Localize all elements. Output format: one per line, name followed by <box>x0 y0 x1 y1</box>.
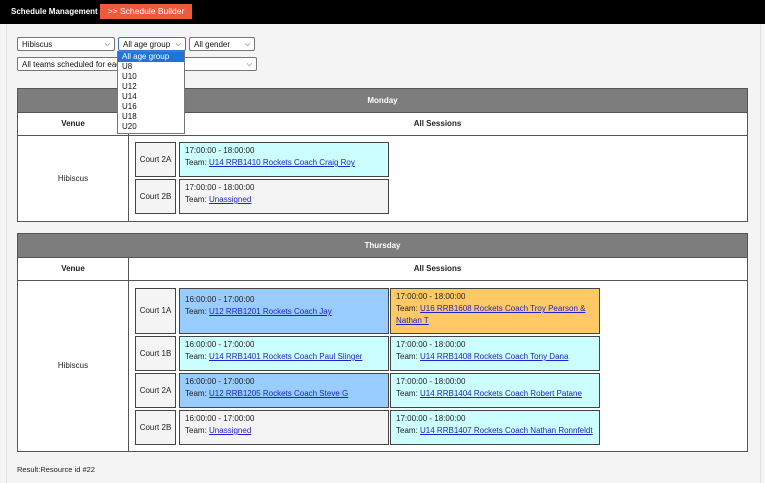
session-time: 16:00:00 - 17:00:00 <box>185 414 255 423</box>
day-header: Thursday <box>18 234 747 258</box>
sessions-column-header: All Sessions <box>413 264 462 273</box>
session-time: 16:00:00 - 17:00:00 <box>185 377 255 386</box>
age-group-option[interactable]: U10 <box>118 72 184 82</box>
venue-column-header: Venue <box>18 113 129 135</box>
team-link[interactable]: U14 RRB1401 Rockets Coach Paul Slinger <box>209 352 362 361</box>
team-label: Team: <box>396 389 418 398</box>
session-time: 17:00:00 - 18:00:00 <box>396 292 466 301</box>
session-slot[interactable]: 16:00:00 - 17:00:00 Team: U12 RRB1201 Roc… <box>179 288 389 334</box>
team-link[interactable]: U12 RRB1205 Rockets Coach Steve G <box>209 389 348 398</box>
team-line: Team: U14 RRB1401 Rockets Coach Paul Sli… <box>185 351 383 363</box>
age-group-option[interactable]: U8 <box>118 62 184 72</box>
venue-name: Hibiscus <box>57 361 89 370</box>
team-link[interactable]: U14 RRB1404 Rockets Coach Robert Patane <box>420 389 582 398</box>
venue-name: Hibiscus <box>57 174 89 183</box>
gender-select-value: All gender <box>194 40 231 49</box>
age-group-option[interactable]: All age group <box>118 52 184 62</box>
session-slot[interactable]: 17:00:00 - 18:00:00 Team: U16 RRB1608 Roc… <box>390 288 600 334</box>
age-group-select-value: All age group <box>123 40 171 49</box>
team-line: Team: Unassigned <box>185 194 383 206</box>
venue-select-value: Hibiscus <box>22 40 53 49</box>
session-slot[interactable]: 17:00:00 - 18:00:00 Team: U14 RRB1404 Roc… <box>390 373 600 408</box>
session-time: 16:00:00 - 17:00:00 <box>185 295 255 304</box>
venue-column-header: Venue <box>18 258 129 280</box>
team-line: Team: U16 RRB1608 Rockets Coach Troy Pea… <box>396 303 594 327</box>
day-table-thursday: Thursday Venue All Sessions Hibiscus Cou… <box>17 233 748 452</box>
team-label: Team: <box>185 389 207 398</box>
team-line: Team: U14 RRB1407 Rockets Coach Nathan R… <box>396 425 594 437</box>
session-slot[interactable]: 16:00:00 - 17:00:00 Team: U14 RRB1401 Roc… <box>179 336 389 371</box>
app-title: Schedule Management <box>11 7 98 16</box>
session-time: 17:00:00 - 18:00:00 <box>185 183 255 192</box>
venue-row: Hibiscus Court 2A 17:00:00 - 18:00:00 Tea… <box>18 136 747 222</box>
result-text: Result:Resource id #22 <box>17 465 95 474</box>
team-line: Team: Unassigned <box>185 425 383 437</box>
age-group-option[interactable]: U12 <box>118 82 184 92</box>
court-label: Court 2A <box>135 373 176 408</box>
team-label: Team: <box>185 195 207 204</box>
session-time: 17:00:00 - 18:00:00 <box>185 146 255 155</box>
chevron-down-icon: ⌵ <box>244 41 250 48</box>
court-label: Court 2A <box>135 142 176 177</box>
team-line: Team: U14 RRB1410 Rockets Coach Craig Ro… <box>185 157 383 169</box>
session-time: 16:00:00 - 17:00:00 <box>185 340 255 349</box>
team-link[interactable]: U16 RRB1608 Rockets Coach Troy Pearson &… <box>396 304 585 325</box>
age-group-option[interactable]: U14 <box>118 92 184 102</box>
session-slot[interactable]: 17:00:00 - 18:00:00 Team: U14 RRB1407 Roc… <box>390 410 600 445</box>
court-label: Court 2B <box>135 179 176 214</box>
team-label: Team: <box>396 426 418 435</box>
team-line: Team: U14 RRB1404 Rockets Coach Robert P… <box>396 388 594 400</box>
court-label: Court 2B <box>135 410 176 445</box>
team-label: Team: <box>185 352 207 361</box>
session-time: 17:00:00 - 18:00:00 <box>396 377 466 386</box>
chevron-down-icon: ⌵ <box>175 41 181 48</box>
session-time: 17:00:00 - 18:00:00 <box>396 340 466 349</box>
venue-cell: Hibiscus <box>18 281 129 452</box>
team-line: Team: U12 RRB1201 Rockets Coach Jay <box>185 306 383 318</box>
age-group-option[interactable]: U18 <box>118 112 184 122</box>
team-line: Team: U14 RRB1408 Rockets Coach Tony Dan… <box>396 351 594 363</box>
session-time: 17:00:00 - 18:00:00 <box>396 414 466 423</box>
team-link[interactable]: U14 RRB1410 Rockets Coach Craig Roy <box>209 158 355 167</box>
top-bar: Schedule Management >> Schedule Builder <box>0 0 765 24</box>
age-group-dropdown-list[interactable]: All age group U8 U10 U12 U14 U16 U18 U20 <box>117 51 185 134</box>
team-label: Team: <box>396 352 418 361</box>
venue-cell: Hibiscus <box>18 136 129 222</box>
gender-select[interactable]: All gender ⌵ <box>189 37 255 51</box>
court-label: Court 1B <box>135 336 176 371</box>
session-slot[interactable]: 17:00:00 - 18:00:00 Team: U14 RRB1408 Roc… <box>390 336 600 371</box>
venue-row: Hibiscus Court 1A 16:00:00 - 17:00:00 Tea… <box>18 281 747 452</box>
team-label: Team: <box>185 426 207 435</box>
age-group-option[interactable]: U20 <box>118 122 184 132</box>
team-link[interactable]: Unassigned <box>209 195 251 204</box>
court-label: Court 1A <box>135 288 176 334</box>
team-link[interactable]: Unassigned <box>209 426 251 435</box>
team-link[interactable]: U14 RRB1407 Rockets Coach Nathan Ronnfel… <box>420 426 593 435</box>
venue-select[interactable]: Hibiscus ⌵ <box>17 37 115 51</box>
schedule-builder-button[interactable]: >> Schedule Builder <box>100 4 192 19</box>
session-slot[interactable]: 16:00:00 - 17:00:00 Team: Unassigned <box>179 410 389 445</box>
sessions-column-header: All Sessions <box>413 119 462 128</box>
column-header-row: Venue All Sessions <box>18 258 747 281</box>
team-link[interactable]: U14 RRB1408 Rockets Coach Tony Dana <box>420 352 568 361</box>
chevron-down-icon: ⌵ <box>104 41 110 48</box>
session-slot[interactable]: 16:00:00 - 17:00:00 Team: U12 RRB1205 Roc… <box>179 373 389 408</box>
session-slot[interactable]: 17:00:00 - 18:00:00 Team: Unassigned <box>179 179 389 214</box>
team-label: Team: <box>185 158 207 167</box>
session-slot[interactable]: 17:00:00 - 18:00:00 Team: U14 RRB1410 Roc… <box>179 142 389 177</box>
team-label: Team: <box>185 307 207 316</box>
age-group-select[interactable]: All age group ⌵ <box>118 37 186 51</box>
team-line: Team: U12 RRB1205 Rockets Coach Steve G <box>185 388 383 400</box>
age-group-option[interactable]: U16 <box>118 102 184 112</box>
team-link[interactable]: U12 RRB1201 Rockets Coach Jay <box>209 307 332 316</box>
team-label: Team: <box>396 304 418 313</box>
chevron-down-icon: ⌵ <box>246 61 252 68</box>
